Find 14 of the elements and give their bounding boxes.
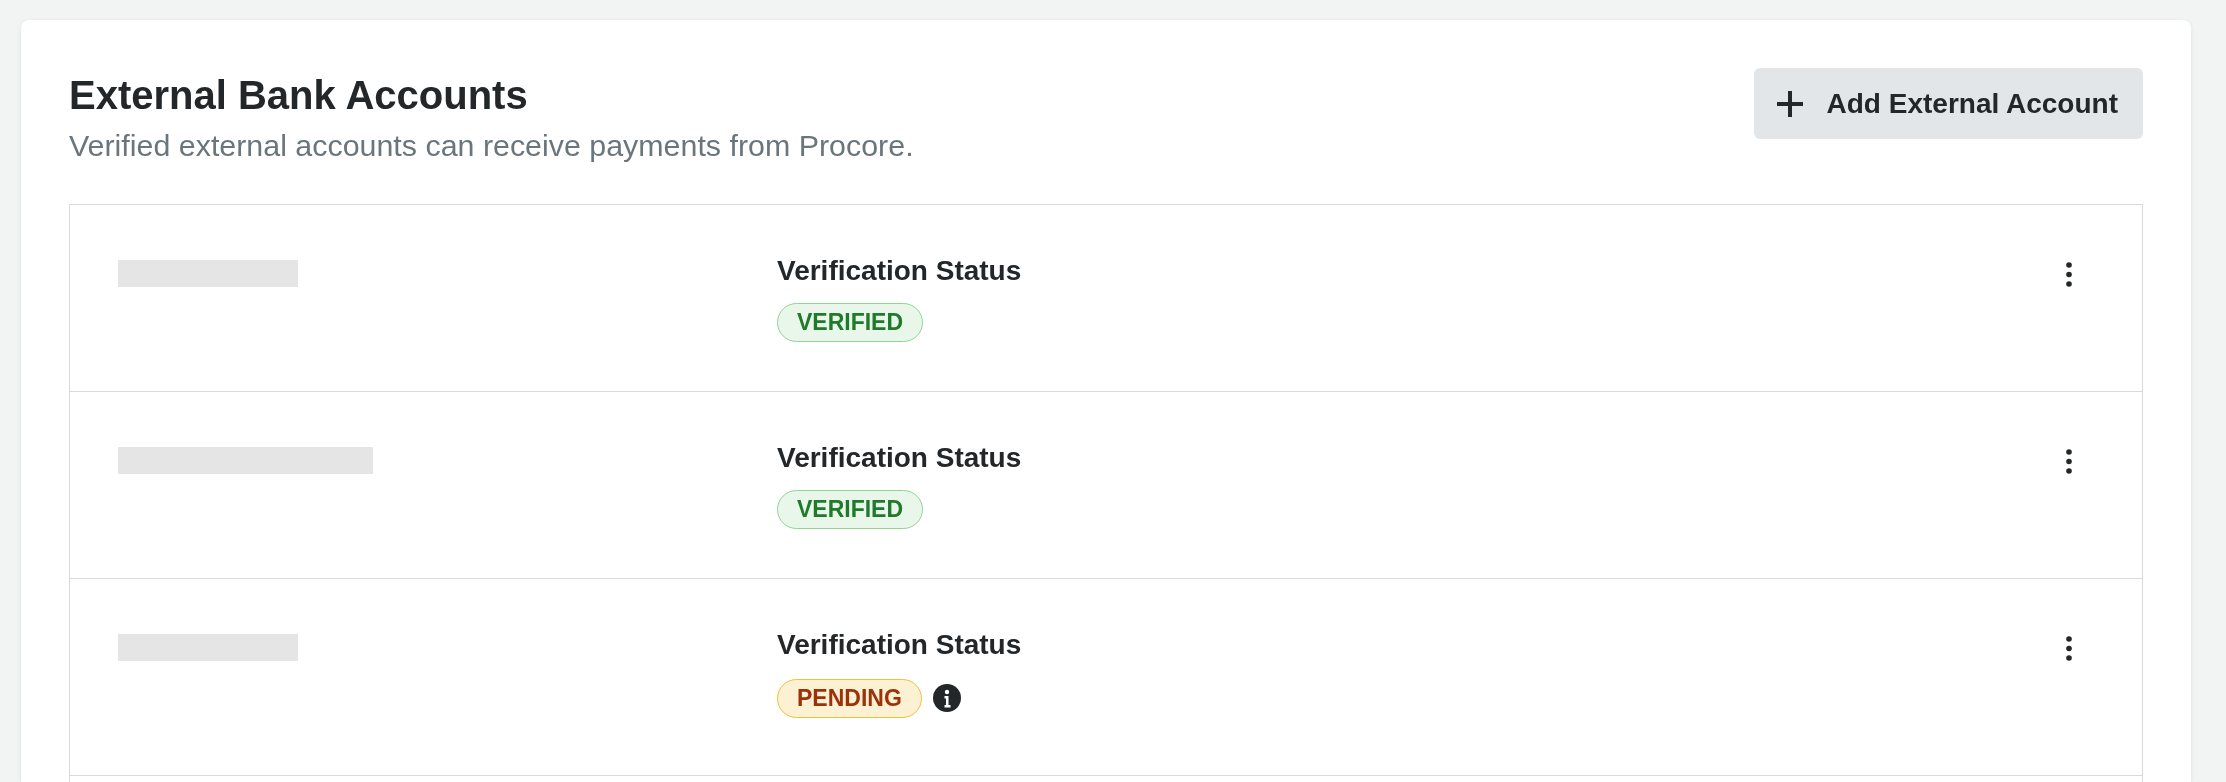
plus-icon [1775, 89, 1804, 118]
info-icon[interactable] [932, 684, 961, 712]
add-external-account-button[interactable]: Add External Account [1753, 68, 2143, 139]
status-badge: VERIFIED [777, 490, 924, 529]
status-label: Verification Status [777, 441, 1022, 475]
status-label: Verification Status [777, 254, 1022, 288]
status-label: Verification Status [777, 628, 1022, 662]
status-badge: PENDING [777, 678, 922, 718]
section-title: External Bank Accounts [69, 72, 529, 118]
section-subtitle: Verified external accounts can receive payments from Procore. [69, 127, 914, 163]
more-options-icon [2066, 635, 2072, 661]
more-options-icon [2066, 448, 2072, 474]
status-badge: VERIFIED [777, 303, 924, 342]
more-options-icon [2066, 261, 2072, 287]
